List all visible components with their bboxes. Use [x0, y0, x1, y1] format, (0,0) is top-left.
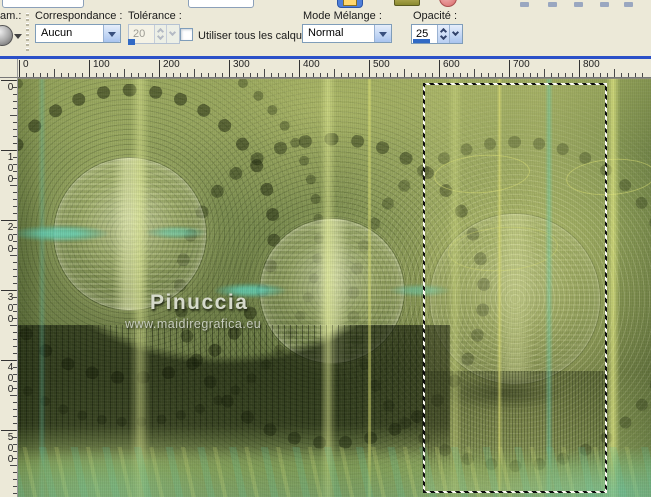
blend-mode-dropdown[interactable]: Normal — [302, 24, 392, 43]
tool-options-toolbar: am.: Correspondance : Aucun Tolérance : … — [0, 8, 651, 56]
h-ruler-label: 800 — [579, 60, 600, 77]
undo-icon[interactable] — [439, 0, 457, 7]
v-ruler-label: 400 — [1, 360, 16, 395]
toolbar-grip[interactable] — [26, 13, 29, 53]
opacity-progress-bar — [413, 39, 430, 43]
save-icon[interactable] — [337, 0, 363, 8]
ruler-corner — [0, 59, 18, 78]
watermark-url: www.maidiregrafica.eu — [125, 317, 262, 331]
use-all-layers-checkbox[interactable] — [180, 28, 193, 41]
v-ruler-label: 300 — [1, 290, 16, 325]
v-ruler-label: 500 — [1, 430, 16, 465]
v-ruler-label: 0 — [1, 80, 16, 93]
h-ruler-label: 500 — [369, 60, 390, 77]
opacity-spinner[interactable]: 25 — [411, 24, 463, 44]
h-ruler-label: 300 — [229, 60, 250, 77]
h-ruler-label: 400 — [299, 60, 320, 77]
selection-marquee[interactable] — [423, 83, 607, 493]
use-all-layers-label: Utiliser tous les calques — [198, 30, 314, 42]
clipped-dropdown-icon — [2, 0, 84, 8]
clipped-icon — [520, 2, 529, 7]
folder-icon[interactable] — [394, 0, 420, 6]
slider-handle[interactable] — [128, 39, 135, 45]
h-ruler-label: 200 — [159, 60, 180, 77]
chevron-down-icon[interactable] — [14, 34, 22, 39]
h-ruler-label: 600 — [439, 60, 460, 77]
app-window: am.: Correspondance : Aucun Tolérance : … — [0, 0, 651, 497]
v-ruler-label: 100 — [1, 150, 16, 185]
chevron-down-icon[interactable] — [449, 25, 462, 43]
clipped-toolbar-icons — [0, 0, 651, 8]
chevron-down-icon[interactable] — [166, 25, 179, 43]
opacity-label: Opacité : — [413, 10, 458, 22]
sphere-icon[interactable] — [0, 25, 13, 46]
correspondance-dropdown[interactable]: Aucun — [35, 24, 121, 43]
h-ruler-label: 700 — [509, 60, 530, 77]
param-label: am.: — [0, 10, 22, 22]
v-ruler-label: 200 — [1, 220, 16, 255]
spinner-up-down-icon[interactable] — [154, 25, 166, 43]
image-canvas[interactable]: Pinuccia www.maidiregrafica.eu — [18, 78, 651, 497]
h-ruler-label: 100 — [89, 60, 110, 77]
clipped-icon — [548, 2, 557, 7]
blend-mode-label: Mode Mélange : — [303, 10, 382, 22]
clipped-icon — [574, 2, 583, 7]
clipped-icon — [600, 2, 609, 7]
blend-mode-value: Normal — [308, 27, 344, 39]
spinner-up-down-icon[interactable] — [437, 25, 449, 43]
chevron-down-icon[interactable] — [103, 25, 120, 42]
horizontal-ruler[interactable]: 0 100 200 300 400 500 600 700 800 — [18, 59, 651, 78]
clipped-icon — [624, 2, 633, 7]
tolerance-label: Tolérance : — [128, 10, 182, 22]
clipped-dropdown-icon — [188, 0, 254, 8]
tolerance-spinner[interactable]: 20 — [128, 24, 180, 45]
correspondance-label: Correspondance : — [35, 10, 123, 22]
vertical-ruler[interactable]: 0 100 200 300 400 500 — [0, 78, 18, 497]
watermark-text: Pinuccia — [150, 291, 249, 314]
chevron-down-icon[interactable] — [374, 25, 391, 42]
correspondance-value: Aucun — [41, 27, 73, 39]
h-ruler-label: 0 — [19, 60, 29, 77]
